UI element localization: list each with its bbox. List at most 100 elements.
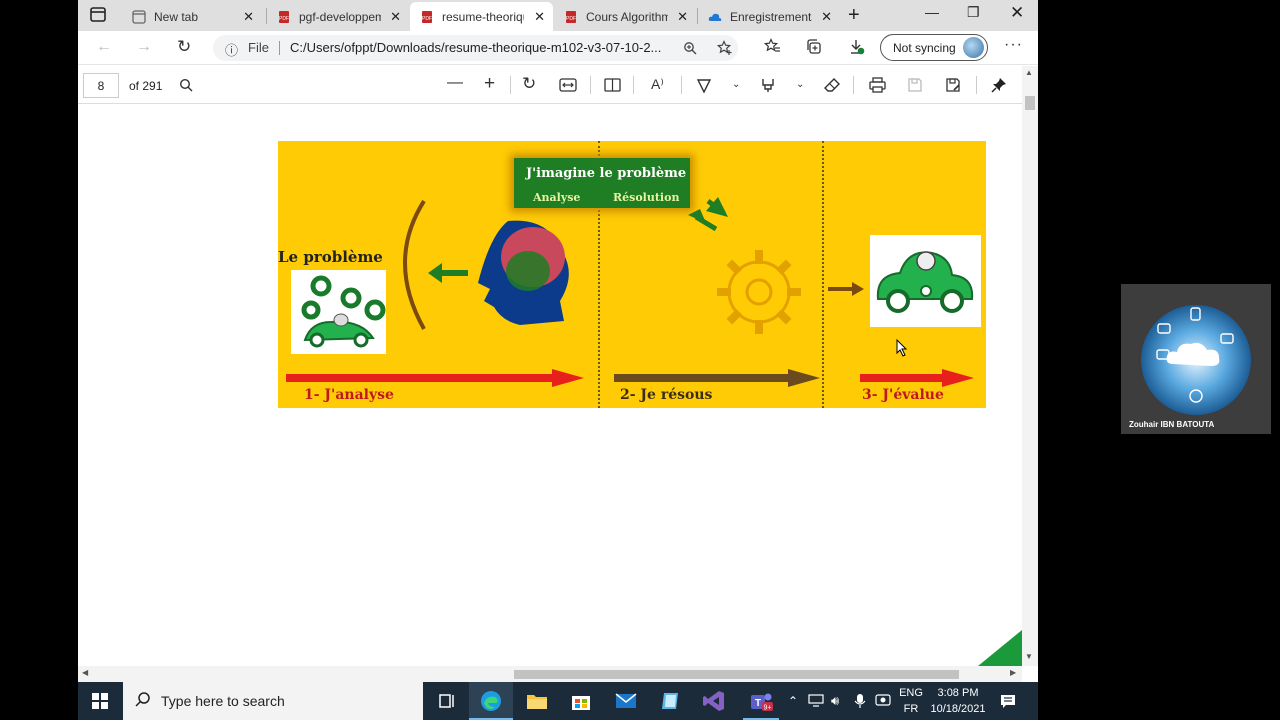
horizontal-scrollbar[interactable]: ◀ ▶ [78,666,1022,682]
draw-icon[interactable] [696,77,712,93]
zoom-out-icon[interactable]: — [447,74,463,92]
tab-resume-theorique[interactable]: PDF resume-theoriqu ✕ [410,2,553,31]
scrollbar-thumb[interactable] [514,670,959,679]
tab-pgf-developpement[interactable]: PDF pgf-developpem ✕ [267,2,409,31]
problem-image [291,270,386,354]
zoom-icon[interactable] [683,41,697,55]
page-number-input[interactable]: 8 [83,73,119,98]
favorites-icon[interactable] [764,38,781,55]
thinking-head-icon [403,199,569,330]
clock-date[interactable]: 10/18/2021 [929,703,987,715]
downloads-icon[interactable] [848,38,865,55]
input-language-bottom[interactable]: FR [898,703,924,715]
step3-arrow [860,369,974,387]
url-scheme-label: File [248,40,269,55]
close-tab-icon[interactable]: ✕ [390,9,401,25]
pin-toolbar-icon[interactable] [991,77,1007,93]
save-icon[interactable] [907,77,923,93]
page-corner-decoration [978,630,1022,666]
show-hidden-icons[interactable]: ⌃ [788,694,798,708]
taskbar-teams[interactable]: T 9+ [743,682,779,720]
close-tab-icon[interactable]: ✕ [534,9,545,25]
clock-time[interactable]: 3:08 PM [929,687,987,699]
chevron-down-icon[interactable]: ⌄ [796,79,804,90]
refresh-icon[interactable]: ↻ [177,37,191,57]
step1-arrow [286,369,584,387]
new-tab-button[interactable]: + [848,4,860,27]
file-explorer-icon[interactable] [525,689,549,713]
microphone-icon[interactable] [854,693,866,709]
rotate-icon[interactable]: ↻ [522,74,536,94]
search-icon [135,692,150,707]
url-field[interactable]: ⓘ File C:/Users/ofppt/Downloads/resume-t… [213,35,738,61]
site-info-icon[interactable]: ⓘ [225,40,238,59]
svg-text:T: T [755,698,761,709]
add-favorite-icon[interactable] [717,40,733,56]
collections-icon[interactable] [805,38,822,55]
address-bar: ← → ↻ ⓘ File C:/Users/ofppt/Downloads/re… [78,31,1038,65]
taskbar-edge-active[interactable] [469,682,513,720]
tab-label: resume-theoriqu [442,9,524,24]
profile-sync-button[interactable]: Not syncing [880,34,988,61]
scroll-down-icon[interactable]: ▼ [1025,652,1033,661]
erase-icon[interactable] [824,77,841,93]
participant-name: Zouhair IBN BATOUTA [1129,420,1215,429]
close-window-icon[interactable]: ✕ [1010,3,1024,23]
tab-actions-icon[interactable] [88,6,110,24]
highlight-icon[interactable] [760,77,776,93]
windows-start-icon[interactable] [92,693,108,709]
input-language-top[interactable]: ENG [898,687,924,699]
task-view-icon[interactable] [435,689,459,713]
toolbar-separator [633,76,634,94]
print-icon[interactable] [869,77,886,93]
read-aloud-icon[interactable]: A⁾ [651,76,664,93]
taskbar: Type here to search T 9+ ⌃ 🔊︎ ENG FR 3:08… [78,682,1038,720]
toolbar-separator [590,76,591,94]
forward-arrow-icon[interactable]: → [136,38,152,56]
zoom-in-icon[interactable]: + [484,73,495,95]
chevron-down-icon[interactable]: ⌄ [732,79,740,90]
close-tab-icon[interactable]: ✕ [821,9,832,25]
fit-to-width-icon[interactable] [559,78,577,92]
step3-label: 3- J'évalue [862,387,944,403]
step2-label: 2- Je résous [620,387,713,403]
scroll-left-icon[interactable]: ◀ [82,668,88,677]
page-view-icon[interactable] [604,78,621,92]
meet-now-icon[interactable] [875,693,891,707]
step1-label: 1- J'analyse [304,387,394,403]
arrow-right-icon [828,282,864,296]
vertical-scrollbar[interactable]: ▲ ▼ [1022,66,1038,666]
teams-icon: T 9+ [751,693,773,712]
pdf-toolbar: 8 of 291 — + ↻ A⁾ ⌄ ⌄ [78,66,1038,104]
more-options-icon[interactable]: ··· [1004,36,1023,54]
microsoft-store-icon[interactable] [569,689,593,713]
tab-enregistrements[interactable]: Enregistrements ✕ [698,2,840,31]
notifications-icon[interactable] [1000,693,1016,709]
scroll-right-icon[interactable]: ▶ [1010,668,1016,677]
minimize-icon[interactable]: — [925,4,939,20]
pdf-document-view[interactable]: J'imagine le problème Analyse Résolution… [78,104,1022,666]
save-as-icon[interactable] [945,77,961,93]
back-arrow-icon[interactable]: ← [96,38,112,56]
visual-studio-icon[interactable] [702,689,726,713]
mail-icon[interactable] [614,689,638,713]
close-tab-icon[interactable]: ✕ [243,9,254,25]
tab-label: Enregistrements [730,9,812,24]
tab-cours-algorithmique[interactable]: PDF Cours Algorithm ✕ [554,2,696,31]
restore-icon[interactable]: ❐ [967,4,980,21]
cloud-network-image [1141,305,1251,415]
taskbar-search-box[interactable]: Type here to search [123,682,423,720]
url-text[interactable]: C:/Users/ofppt/Downloads/resume-theoriqu… [290,40,661,55]
close-tab-icon[interactable]: ✕ [677,9,688,25]
toolbar-separator [976,76,977,94]
edge-browser-icon [481,691,501,711]
search-placeholder: Type here to search [161,693,285,709]
tab-new-tab[interactable]: New tab ✕ [122,2,262,31]
search-icon[interactable] [179,78,193,92]
app-icon[interactable] [658,689,682,713]
scroll-up-icon[interactable]: ▲ [1025,68,1033,77]
scrollbar-thumb[interactable] [1025,96,1035,110]
volume-icon[interactable]: 🔊︎ [831,693,839,709]
sync-status-label: Not syncing [893,41,956,55]
network-icon[interactable] [808,693,824,707]
